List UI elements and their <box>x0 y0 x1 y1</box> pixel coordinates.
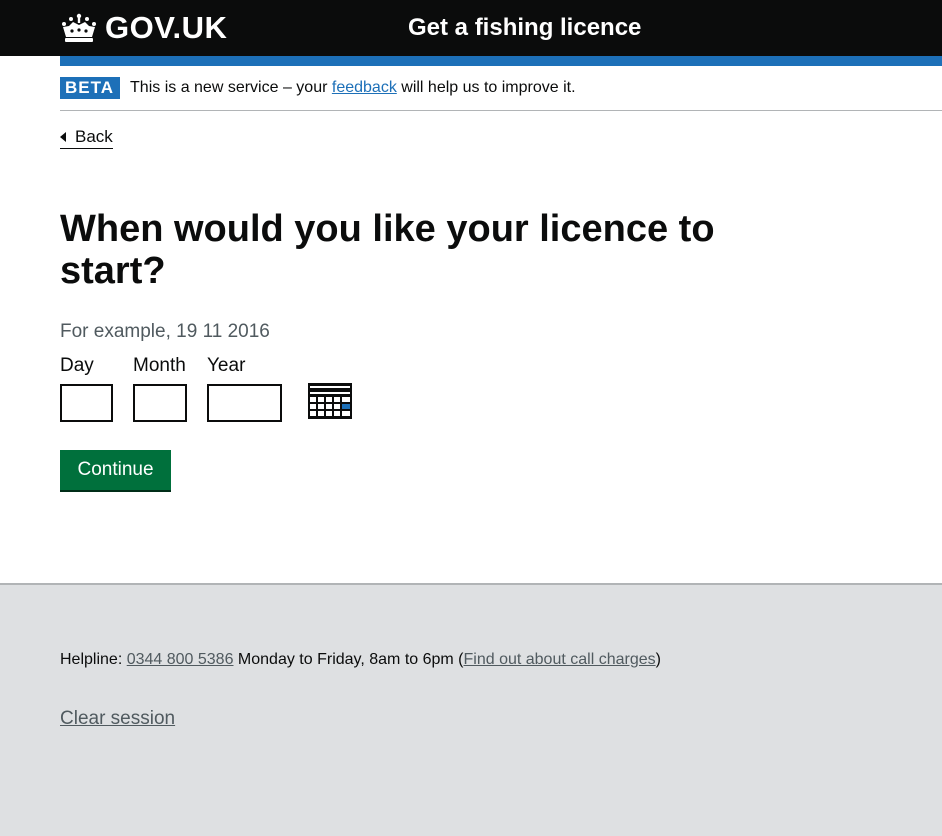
call-charges-link[interactable]: Find out about call charges <box>464 651 656 668</box>
continue-button[interactable]: Continue <box>60 450 171 490</box>
date-item-month: Month <box>133 354 187 422</box>
feedback-link[interactable]: feedback <box>332 79 397 96</box>
month-input[interactable] <box>133 384 187 422</box>
crown-icon <box>62 13 96 42</box>
page-title: When would you like your licence to star… <box>60 208 715 292</box>
calendar-icon[interactable] <box>308 383 352 419</box>
site-header: GOV.UK Get a fishing licence <box>0 0 942 56</box>
date-item-year: Year <box>207 354 282 422</box>
back-arrow-icon <box>60 132 66 142</box>
back-link-label: Back <box>75 127 113 146</box>
clear-session-link[interactable]: Clear session <box>60 707 175 731</box>
date-hint: For example, 19 11 2016 <box>60 321 270 342</box>
helpline-close-paren: ) <box>655 651 661 668</box>
back-link[interactable]: Back <box>60 126 113 149</box>
date-item-day: Day <box>60 354 113 422</box>
service-name[interactable]: Get a fishing licence <box>408 10 641 46</box>
site-footer: Helpline: 0344 800 5386 Monday to Friday… <box>0 583 942 836</box>
helpline-label: Helpline: <box>60 651 127 668</box>
phase-banner: BETA This is a new service – your feedba… <box>60 66 942 111</box>
header-blue-bar <box>60 56 942 66</box>
day-label: Day <box>60 355 94 376</box>
day-input[interactable] <box>60 384 113 422</box>
year-label: Year <box>207 355 246 376</box>
helpline-hours: Monday to Friday, 8am to 6pm ( <box>233 651 464 668</box>
year-input[interactable] <box>207 384 282 422</box>
phase-text-before: This is a new service – your <box>130 79 332 96</box>
beta-tag: BETA <box>60 77 121 99</box>
month-label: Month <box>133 355 186 376</box>
helpline: Helpline: 0344 800 5386 Monday to Friday… <box>60 649 661 671</box>
logo-text: GOV.UK <box>105 10 228 45</box>
helpline-phone-link[interactable]: 0344 800 5386 <box>127 651 234 668</box>
govuk-logo-link[interactable]: GOV.UK <box>60 10 227 46</box>
phase-text-after: will help us to improve it. <box>396 79 576 96</box>
phase-banner-text: This is a new service – your feedback wi… <box>130 78 576 98</box>
